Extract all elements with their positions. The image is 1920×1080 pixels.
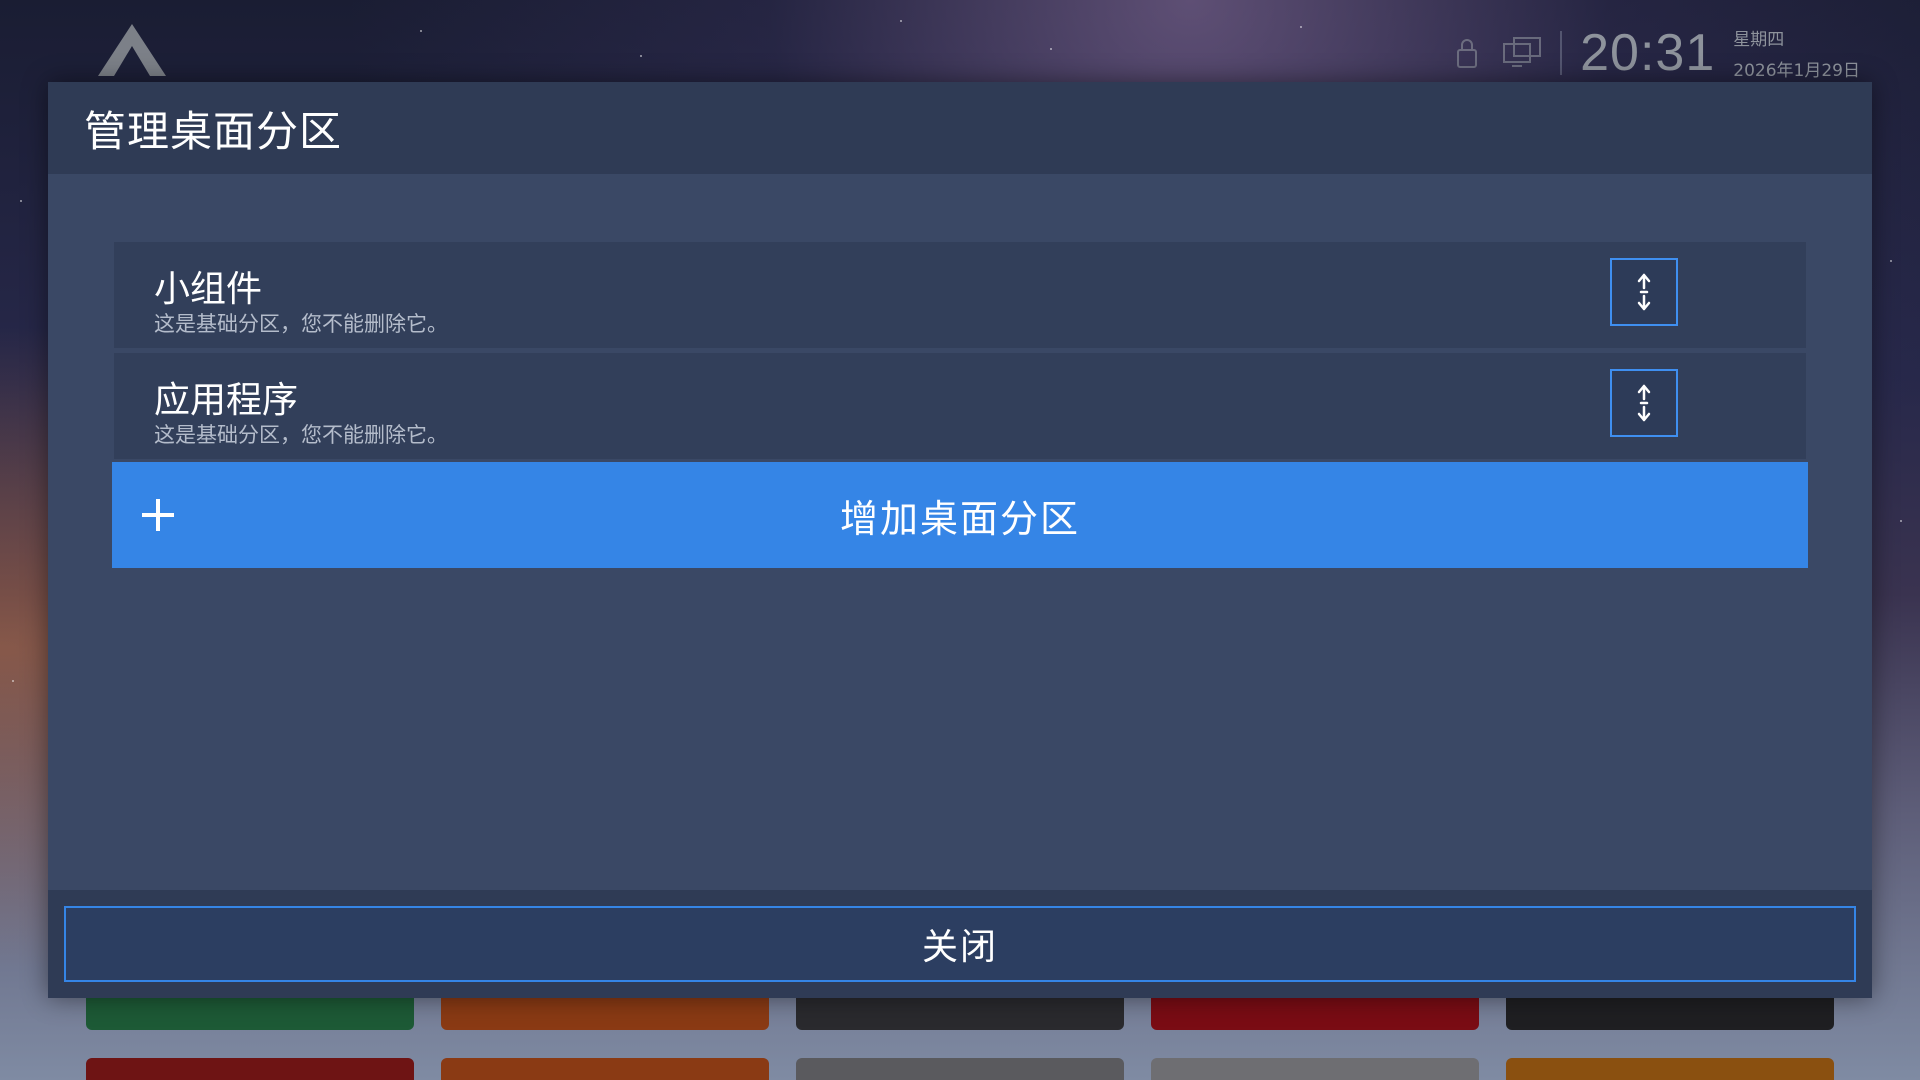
section-description: 这是基础分区，您不能删除它。: [154, 423, 448, 447]
app-tile[interactable]: [1506, 1058, 1834, 1080]
status-bar: 20:31 星期四 2026年1月29日: [1450, 18, 1860, 88]
reorder-arrows-icon: [1637, 384, 1651, 422]
background-star: [1300, 26, 1302, 28]
section-list: 小组件 这是基础分区，您不能删除它。 应用程序 这是基础分区，您不能删除它。: [114, 242, 1806, 464]
app-tile[interactable]: [796, 1058, 1124, 1080]
launcher-screen: 20:31 星期四 2026年1月29日 管理桌面分区 小组件 这是基础分区，您…: [0, 0, 1920, 1080]
background-star: [900, 20, 902, 22]
background-star: [1050, 48, 1052, 50]
clock-date-text: 2026年1月29日: [1733, 61, 1860, 81]
app-tile[interactable]: [441, 1058, 769, 1080]
background-star: [1900, 520, 1902, 522]
lock-icon: [1457, 39, 1478, 68]
app-tile[interactable]: [1151, 1058, 1479, 1080]
status-divider: [1560, 31, 1563, 75]
launcher-logo-icon: [98, 24, 166, 76]
background-star: [20, 200, 22, 202]
manage-sections-dialog: 管理桌面分区 小组件 这是基础分区，您不能删除它。 应用程序 这是基础分区，您不…: [48, 82, 1872, 998]
plus-icon: [142, 499, 174, 531]
background-star: [420, 30, 422, 32]
add-section-button[interactable]: 增加桌面分区: [112, 462, 1808, 568]
background-star: [1890, 260, 1892, 262]
section-name: 应用程序: [154, 380, 299, 421]
clock-date: 星期四 2026年1月29日: [1733, 25, 1860, 81]
dialog-footer: 关闭: [48, 890, 1872, 998]
reorder-button[interactable]: [1610, 369, 1678, 437]
clock-time: 20:31: [1580, 24, 1716, 82]
add-section-label: 增加桌面分区: [839, 496, 1080, 541]
network-screen-icon: [1503, 37, 1542, 67]
background-star: [640, 55, 642, 57]
section-row-apps[interactable]: 应用程序 这是基础分区，您不能删除它。: [114, 353, 1806, 459]
app-tile[interactable]: [86, 1058, 414, 1080]
reorder-arrows-icon: [1637, 273, 1651, 311]
close-button[interactable]: 关闭: [64, 906, 1856, 982]
clock-weekday: 星期四: [1733, 30, 1785, 50]
section-row-widgets[interactable]: 小组件 这是基础分区，您不能删除它。: [114, 242, 1806, 348]
dialog-header: 管理桌面分区: [48, 82, 1872, 174]
close-label: 关闭: [921, 927, 998, 968]
reorder-button[interactable]: [1610, 258, 1678, 326]
dialog-title: 管理桌面分区: [84, 106, 343, 156]
background-star: [12, 680, 14, 682]
section-name: 小组件: [154, 269, 263, 310]
section-description: 这是基础分区，您不能删除它。: [154, 312, 448, 336]
